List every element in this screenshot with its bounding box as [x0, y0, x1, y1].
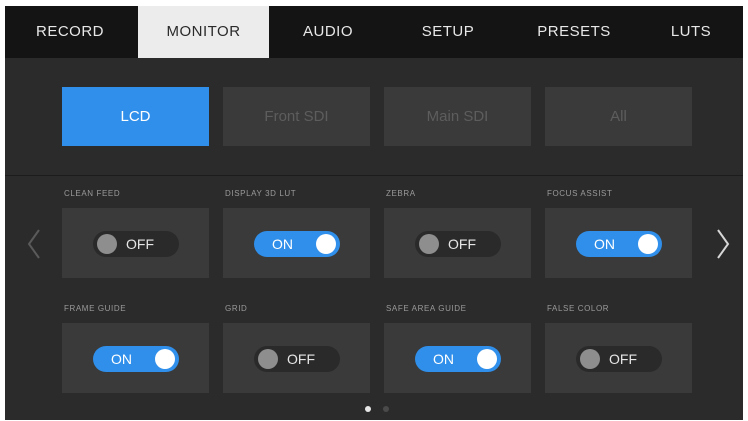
- safe-area-guide-toggle[interactable]: ON: [415, 346, 501, 372]
- monitor-settings-screen: RECORD MONITOR AUDIO SETUP PRESETS LUTS …: [5, 6, 743, 420]
- clean-feed-toggle[interactable]: OFF: [93, 231, 179, 257]
- output-lcd-button[interactable]: LCD: [62, 87, 209, 146]
- toggle-state: ON: [111, 351, 132, 367]
- toggle-knob: [258, 349, 278, 369]
- setting-label: FOCUS ASSIST: [547, 189, 613, 198]
- output-selector: LCD Front SDI Main SDI All: [5, 87, 743, 146]
- toggle-knob: [477, 349, 497, 369]
- toggle-knob: [155, 349, 175, 369]
- toggle-knob: [638, 234, 658, 254]
- setting-panel: OFF: [384, 208, 531, 278]
- toggle-knob: [580, 349, 600, 369]
- tab-audio[interactable]: AUDIO: [269, 6, 387, 58]
- setting-panel: ON: [384, 323, 531, 393]
- setting-label: SAFE AREA GUIDE: [386, 304, 467, 313]
- toggle-state: OFF: [448, 236, 476, 252]
- chevron-right-icon[interactable]: [712, 226, 732, 262]
- menu-tab-bar: RECORD MONITOR AUDIO SETUP PRESETS LUTS: [5, 6, 743, 58]
- setting-panel: OFF: [223, 323, 370, 393]
- output-all-button[interactable]: All: [545, 87, 692, 146]
- toggle-state: ON: [594, 236, 615, 252]
- toggle-state: ON: [433, 351, 454, 367]
- zebra-toggle[interactable]: OFF: [415, 231, 501, 257]
- setting-label: FALSE COLOR: [547, 304, 610, 313]
- setting-panel: ON: [223, 208, 370, 278]
- tab-setup[interactable]: SETUP: [387, 6, 509, 58]
- grid-toggle[interactable]: OFF: [254, 346, 340, 372]
- section-divider: [5, 175, 743, 176]
- output-main-sdi-button[interactable]: Main SDI: [384, 87, 531, 146]
- setting-label: CLEAN FEED: [64, 189, 121, 198]
- toggle-state: OFF: [609, 351, 637, 367]
- display-3d-lut-toggle[interactable]: ON: [254, 231, 340, 257]
- setting-panel: OFF: [62, 208, 209, 278]
- focus-assist-toggle[interactable]: ON: [576, 231, 662, 257]
- output-front-sdi-button[interactable]: Front SDI: [223, 87, 370, 146]
- setting-panel: ON: [545, 208, 692, 278]
- tab-record[interactable]: RECORD: [5, 6, 135, 58]
- tab-luts[interactable]: LUTS: [639, 6, 743, 58]
- toggle-state: OFF: [126, 236, 154, 252]
- toggle-state: ON: [272, 236, 293, 252]
- setting-label: DISPLAY 3D LUT: [225, 189, 297, 198]
- setting-panel: OFF: [545, 323, 692, 393]
- page-indicator: [365, 406, 395, 414]
- frame-guide-toggle[interactable]: ON: [93, 346, 179, 372]
- page-dot[interactable]: [383, 406, 389, 412]
- setting-panel: ON: [62, 323, 209, 393]
- tab-presets[interactable]: PRESETS: [509, 6, 639, 58]
- toggle-state: OFF: [287, 351, 315, 367]
- false-color-toggle[interactable]: OFF: [576, 346, 662, 372]
- setting-label: ZEBRA: [386, 189, 416, 198]
- toggle-knob: [419, 234, 439, 254]
- page-dot[interactable]: [365, 406, 371, 412]
- tab-monitor[interactable]: MONITOR: [138, 6, 269, 58]
- toggle-knob: [97, 234, 117, 254]
- setting-label: FRAME GUIDE: [64, 304, 127, 313]
- setting-label: GRID: [225, 304, 248, 313]
- toggle-knob: [316, 234, 336, 254]
- chevron-left-icon[interactable]: [25, 226, 45, 262]
